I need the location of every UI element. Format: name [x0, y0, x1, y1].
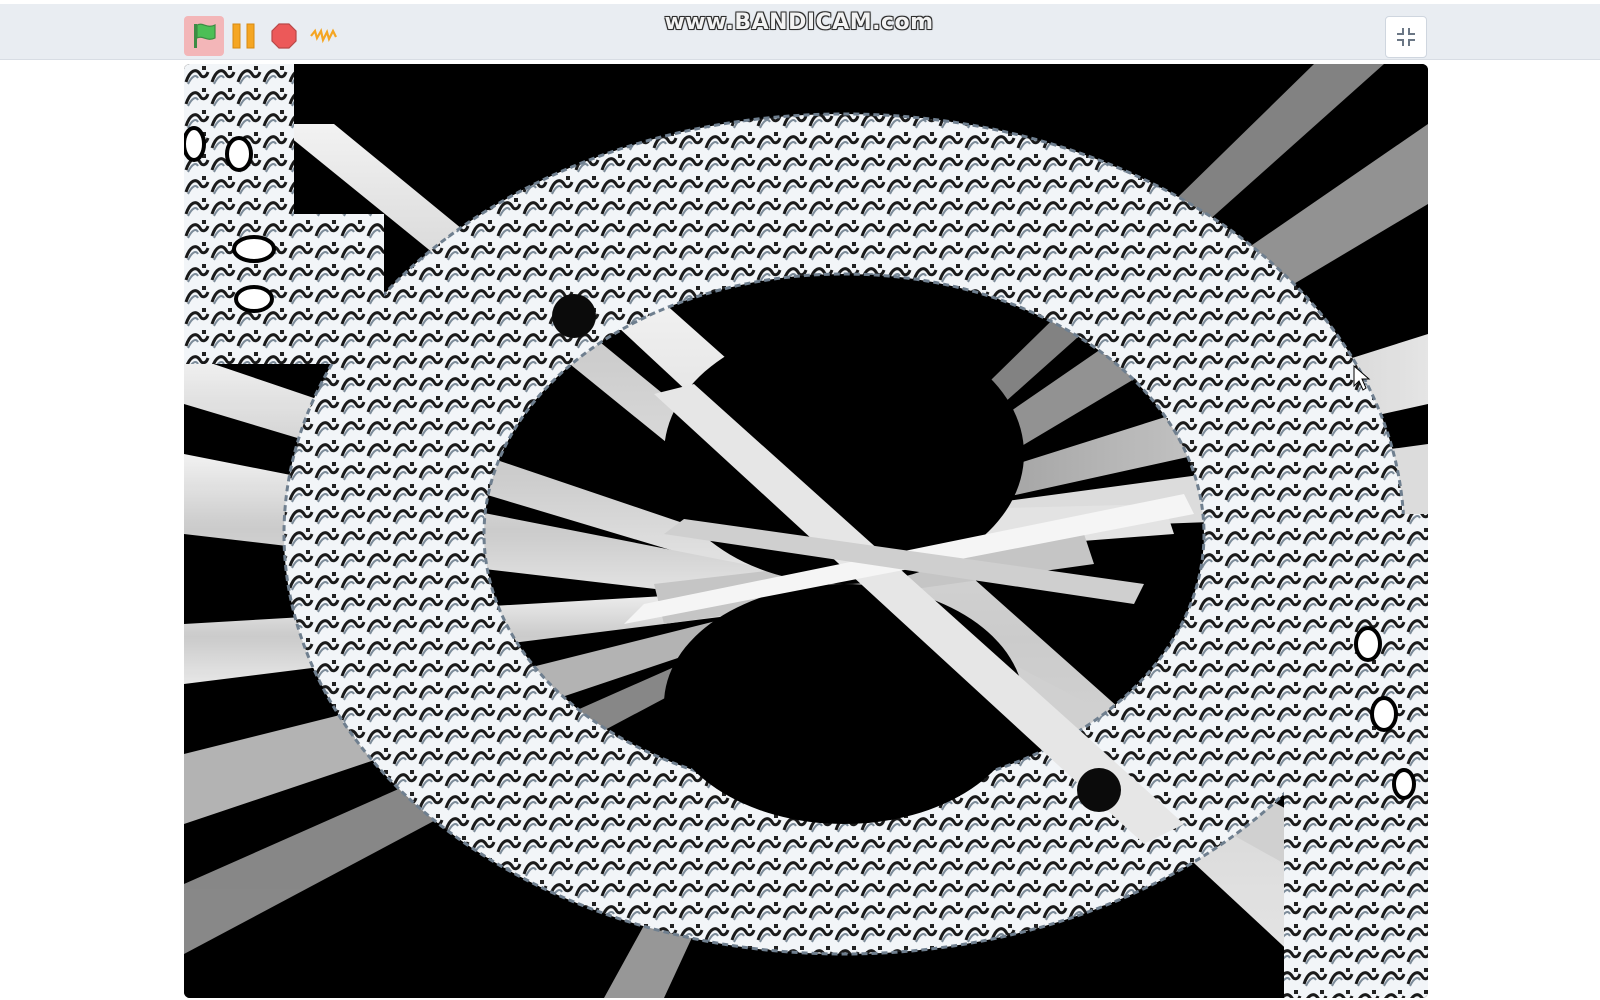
turbo-icon	[310, 28, 337, 44]
pause-button[interactable]	[230, 18, 258, 54]
stop-button[interactable]	[266, 18, 302, 54]
exit-fullscreen-button[interactable]	[1385, 16, 1427, 58]
game-stage[interactable]	[184, 64, 1428, 998]
recording-watermark: www.BANDICAM.com	[664, 10, 934, 35]
pause-icon	[232, 23, 255, 49]
exit-fullscreen-icon	[1397, 28, 1415, 46]
player-toolbar: www.BANDICAM.com	[0, 4, 1600, 60]
green-flag-icon	[194, 23, 216, 48]
turbo-mode-button[interactable]	[306, 20, 342, 52]
stop-icon	[271, 23, 297, 49]
stage-graphics	[184, 64, 1428, 998]
right-creature	[1284, 514, 1428, 998]
green-flag-button[interactable]	[184, 16, 224, 56]
